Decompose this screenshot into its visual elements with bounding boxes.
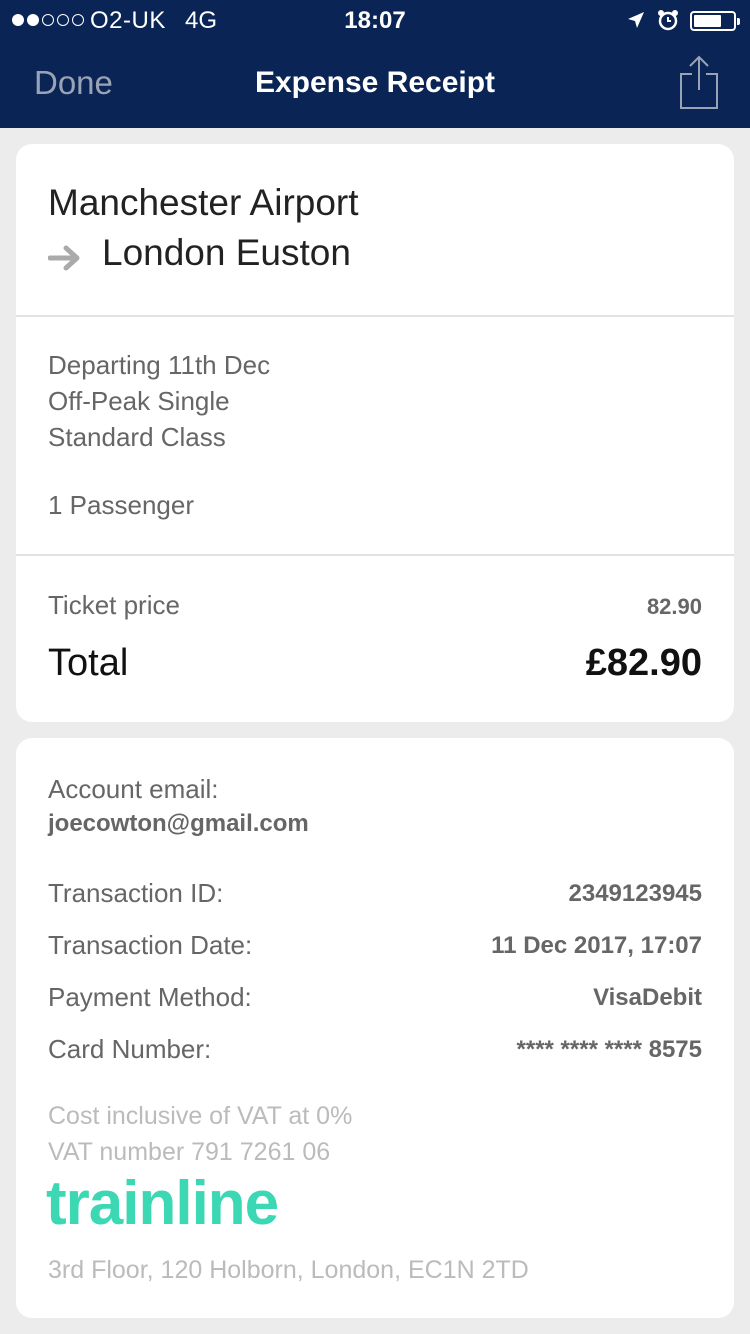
share-icon[interactable] xyxy=(678,54,720,110)
destination-station: London Euston xyxy=(102,232,351,273)
alarm-clock-icon xyxy=(658,10,678,31)
status-bar: O2-UK 4G 18:07 xyxy=(0,0,750,40)
arrow-right-icon xyxy=(48,245,80,271)
payment-method-label: Payment Method: xyxy=(48,982,252,1012)
vat-number: VAT number 791 7261 06 xyxy=(48,1138,331,1166)
ticket-class: Standard Class xyxy=(48,422,226,452)
app-header: O2-UK 4G 18:07 Done Expense Receipt xyxy=(0,0,750,128)
ticket-price-value: 82.90 xyxy=(646,594,702,619)
battery-icon xyxy=(690,11,740,31)
passenger-count: 1 Passenger xyxy=(48,490,194,520)
fare-type: Off-Peak Single xyxy=(48,386,230,416)
divider xyxy=(16,554,734,556)
payment-method-value: VisaDebit xyxy=(593,984,702,1011)
transaction-date-label: Transaction Date: xyxy=(48,930,253,960)
company-address: 3rd Floor, 120 Holborn, London, EC1N 2TD xyxy=(48,1256,529,1284)
origin-station: Manchester Airport xyxy=(48,182,359,223)
departure-date: Departing 11th Dec xyxy=(48,350,271,380)
account-email-label: Account email: xyxy=(48,774,219,804)
account-email-value: joecowton@gmail.com xyxy=(48,810,309,837)
page-title: Expense Receipt xyxy=(254,66,496,99)
card-number-value: **** **** **** 8575 xyxy=(516,1036,702,1063)
ticket-price-label: Ticket price xyxy=(48,590,180,620)
trainline-logo: trainline xyxy=(46,1169,279,1238)
transaction-id-value: 2349123945 xyxy=(568,880,702,907)
transaction-date-value: 11 Dec 2017, 17:07 xyxy=(491,932,702,959)
divider xyxy=(16,315,734,317)
location-arrow-icon xyxy=(628,12,644,28)
total-label: Total xyxy=(48,642,129,684)
transaction-id-label: Transaction ID: xyxy=(48,878,224,908)
card-number-label: Card Number: xyxy=(48,1034,212,1064)
transaction-card: Account email: joecowton@gmail.com Trans… xyxy=(16,738,734,1318)
journey-card: Manchester Airport London Euston Departi… xyxy=(16,144,734,722)
vat-note: Cost inclusive of VAT at 0% xyxy=(48,1102,353,1130)
total-value: £82.90 xyxy=(585,642,702,684)
